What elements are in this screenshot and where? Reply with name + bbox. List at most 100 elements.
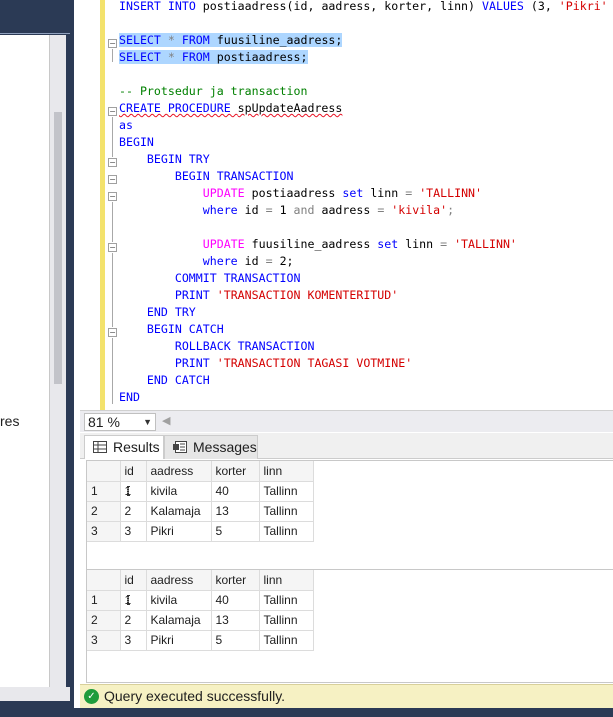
fold-toggle-icon[interactable]: −: [108, 243, 117, 252]
code-line[interactable]: ROLLBACK TRANSACTION: [119, 338, 613, 355]
table-row[interactable]: 2 2 Kalamaja 13 Tallinn: [87, 501, 314, 522]
code-line[interactable]: where id = 2;: [119, 253, 613, 270]
row-number[interactable]: 2: [87, 501, 121, 522]
fold-toggle-icon[interactable]: −: [108, 175, 117, 184]
code-token: postiaadress;: [216, 50, 308, 64]
code-token: where: [202, 203, 245, 217]
row-number[interactable]: 1: [87, 590, 121, 611]
code-line[interactable]: END CATCH: [119, 372, 613, 389]
cell-id[interactable]: 2: [120, 610, 147, 631]
results-pane: Results Messages id aadress korter linn: [80, 433, 613, 683]
object-explorer-hscrollbar[interactable]: [0, 687, 70, 701]
cell-aadress[interactable]: kivila: [146, 590, 212, 611]
code-line[interactable]: [119, 66, 613, 83]
code-token: ROLLBACK TRANSACTION: [119, 339, 315, 353]
tree-item-label-fragment[interactable]: res: [0, 413, 19, 429]
fold-toggle-icon[interactable]: −: [108, 192, 117, 201]
cell-aadress[interactable]: Pikri: [146, 630, 212, 651]
code-line[interactable]: BEGIN TRY: [119, 151, 613, 168]
column-header-aadress[interactable]: aadress: [146, 570, 212, 591]
code-line[interactable]: BEGIN: [119, 134, 613, 151]
cell-linn[interactable]: Tallinn: [259, 590, 314, 611]
code-line[interactable]: SELECT * FROM postiaadress;: [119, 49, 613, 66]
cell-korter[interactable]: 5: [211, 521, 260, 542]
table-row[interactable]: 1 1 kivila 40 Tallinn: [87, 481, 314, 502]
code-text[interactable]: INSERT INTO postiaadress(id, aadress, ko…: [119, 0, 613, 406]
results-grid-1[interactable]: id aadress korter linn 1 1 kivila 40 Tal…: [86, 460, 613, 574]
code-line[interactable]: CREATE PROCEDURE spUpdateAadress: [119, 100, 613, 117]
code-line[interactable]: SELECT * FROM fuusiline_aadress;: [119, 32, 613, 49]
code-token: 1: [279, 203, 294, 217]
cell-linn[interactable]: Tallinn: [259, 501, 314, 522]
code-line[interactable]: PRINT 'TRANSACTION KOMENTERITUD': [119, 287, 613, 304]
code-token: -- Protsedur ja transaction: [119, 84, 308, 98]
table-row[interactable]: 2 2 Kalamaja 13 Tallinn: [87, 610, 314, 631]
code-line[interactable]: as: [119, 117, 613, 134]
code-line[interactable]: UPDATE postiaadress set linn = 'TALLINN': [119, 185, 613, 202]
fold-toggle-icon[interactable]: −: [108, 328, 117, 337]
cell-id[interactable]: 3: [120, 630, 147, 651]
code-token: UPDATE: [202, 186, 252, 200]
code-token: as: [119, 118, 133, 132]
fold-toggle-icon[interactable]: −: [108, 107, 117, 116]
code-line[interactable]: [119, 219, 613, 236]
row-number[interactable]: 1: [87, 481, 121, 502]
cell-aadress[interactable]: kivila: [146, 481, 212, 502]
column-header-linn[interactable]: linn: [259, 570, 314, 591]
cell-linn[interactable]: Tallinn: [259, 630, 314, 651]
table-row[interactable]: 1 1 kivila 40 Tallinn: [87, 590, 314, 611]
cell-linn[interactable]: Tallinn: [259, 610, 314, 631]
code-line[interactable]: PRINT 'TRANSACTION TAGASI VOTMINE': [119, 355, 613, 372]
column-header-linn[interactable]: linn: [259, 461, 314, 482]
code-line[interactable]: END TRY: [119, 304, 613, 321]
cell-korter[interactable]: 13: [211, 501, 260, 522]
column-header-id[interactable]: id: [120, 461, 147, 482]
code-line[interactable]: INSERT INTO postiaadress(id, aadress, ko…: [119, 0, 613, 15]
cell-korter[interactable]: 40: [211, 481, 260, 502]
code-line[interactable]: where id = 1 and aadress = 'kivila';: [119, 202, 613, 219]
cell-linn[interactable]: Tallinn: [259, 481, 314, 502]
cell-aadress[interactable]: Pikri: [146, 521, 212, 542]
cell-korter[interactable]: 13: [211, 610, 260, 631]
code-line[interactable]: BEGIN TRANSACTION: [119, 168, 613, 185]
cell-id[interactable]: 1: [125, 593, 132, 607]
code-token: INSERT: [119, 0, 168, 13]
table-row[interactable]: 3 3 Pikri 5 Tallinn: [87, 630, 314, 651]
scroll-left-icon[interactable]: ◀: [162, 414, 170, 427]
object-explorer-panel: res: [0, 0, 74, 717]
code-token: aadress: [321, 203, 378, 217]
fold-toggle-icon[interactable]: −: [108, 158, 117, 167]
cell-aadress[interactable]: Kalamaja: [146, 610, 212, 631]
column-header-korter[interactable]: korter: [211, 461, 260, 482]
tab-results[interactable]: Results: [84, 435, 164, 459]
cell-aadress[interactable]: Kalamaja: [146, 501, 212, 522]
table-row[interactable]: 3 3 Pikri 5 Tallinn: [87, 521, 314, 542]
cell-korter[interactable]: 40: [211, 590, 260, 611]
code-line[interactable]: [119, 15, 613, 32]
row-number[interactable]: 3: [87, 521, 121, 542]
object-explorer-scroll-thumb[interactable]: [54, 112, 62, 384]
cell-linn[interactable]: Tallinn: [259, 521, 314, 542]
object-explorer-tree[interactable]: [0, 35, 50, 687]
row-number[interactable]: 3: [87, 630, 121, 651]
cell-id[interactable]: 1: [125, 484, 132, 498]
column-header-id[interactable]: id: [120, 570, 147, 591]
row-number-header[interactable]: [87, 570, 121, 591]
cell-id[interactable]: 3: [120, 521, 147, 542]
chevron-down-icon[interactable]: ▼: [143, 414, 152, 430]
row-number[interactable]: 2: [87, 610, 121, 631]
code-line[interactable]: -- Protsedur ja transaction: [119, 83, 613, 100]
cell-id[interactable]: 2: [120, 501, 147, 522]
zoom-dropdown[interactable]: 81 % ▼: [84, 413, 156, 431]
code-line[interactable]: COMMIT TRANSACTION: [119, 270, 613, 287]
code-line[interactable]: UPDATE fuusiline_aadress set linn = 'TAL…: [119, 236, 613, 253]
cell-korter[interactable]: 5: [211, 630, 260, 651]
column-header-aadress[interactable]: aadress: [146, 461, 212, 482]
column-header-korter[interactable]: korter: [211, 570, 260, 591]
fold-toggle-icon[interactable]: −: [108, 39, 117, 48]
code-line[interactable]: END: [119, 389, 613, 406]
results-grid-2[interactable]: id aadress korter linn 1 1 kivila 40 Tal…: [86, 569, 613, 683]
code-line[interactable]: BEGIN CATCH: [119, 321, 613, 338]
tab-messages[interactable]: Messages: [164, 435, 258, 459]
row-number-header[interactable]: [87, 461, 121, 482]
